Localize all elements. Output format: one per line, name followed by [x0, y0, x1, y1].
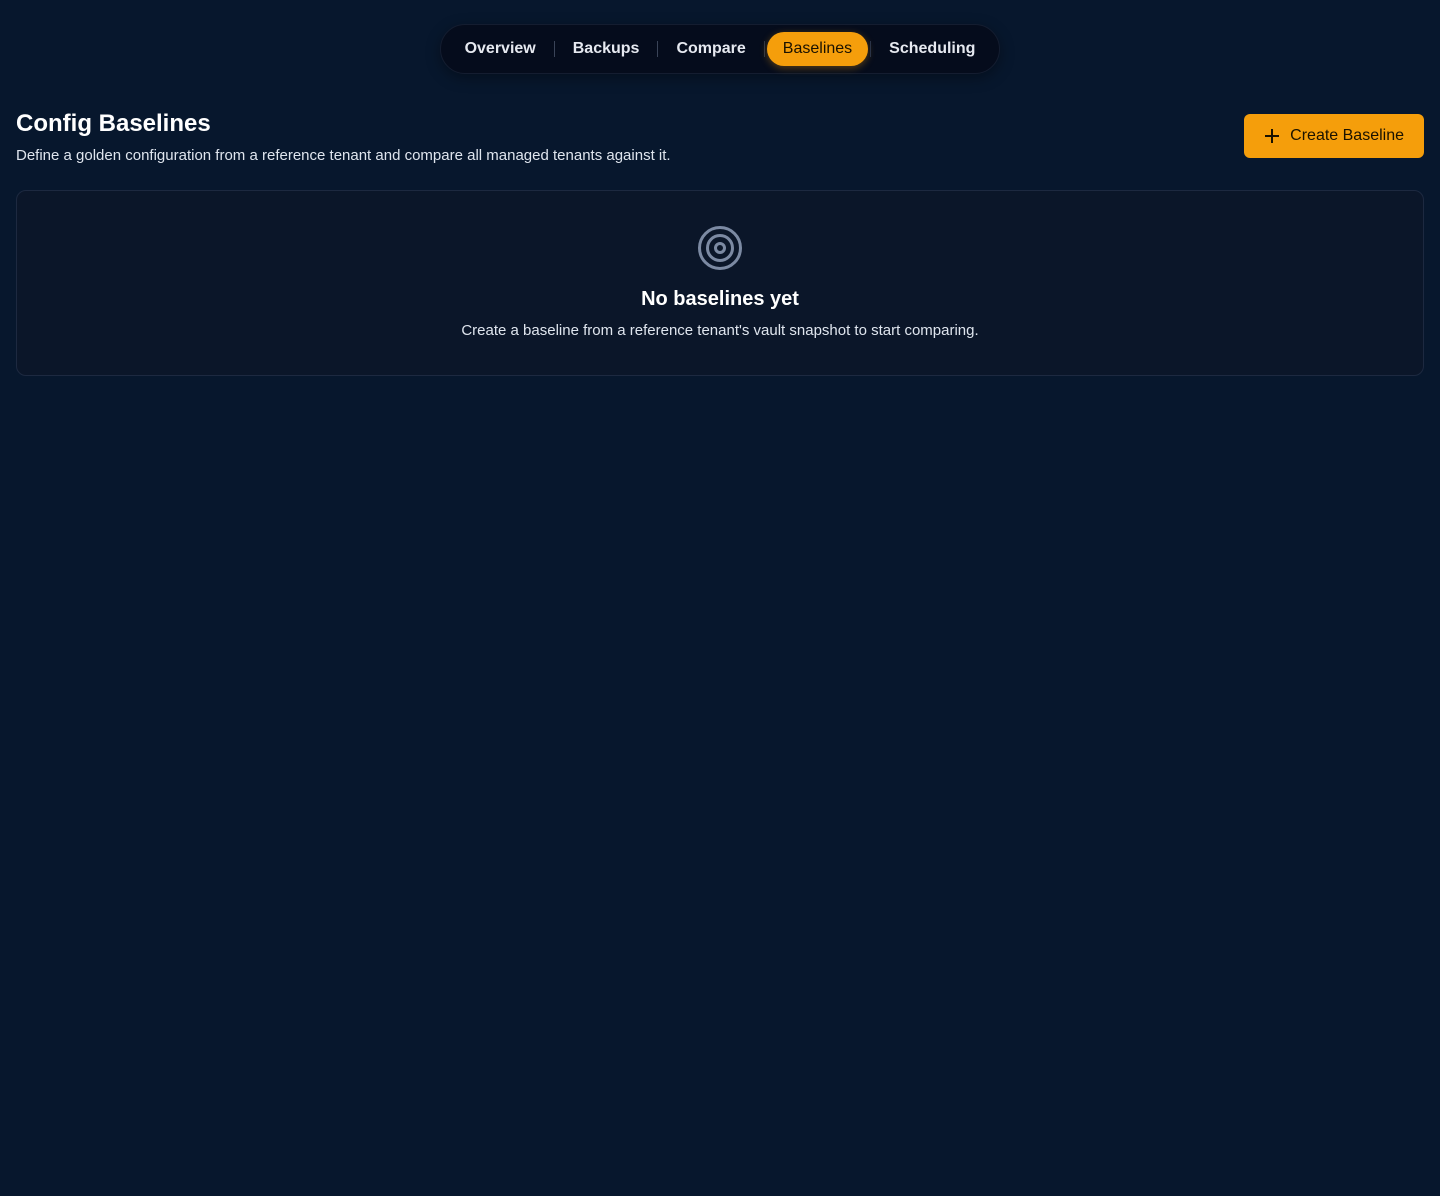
- page-title: Config Baselines: [16, 110, 211, 137]
- top-nav: Overview Backups Compare Baselines Sched…: [439, 24, 1001, 74]
- tab-divider: [553, 41, 555, 57]
- tab-divider: [870, 41, 872, 57]
- tab-compare[interactable]: Compare: [660, 32, 761, 66]
- tab-divider: [763, 41, 765, 57]
- target-icon: [698, 226, 742, 270]
- empty-state-card: No baselines yet Create a baseline from …: [16, 190, 1424, 376]
- create-baseline-button[interactable]: Create Baseline: [1244, 114, 1424, 158]
- tab-scheduling[interactable]: Scheduling: [873, 32, 991, 66]
- tab-backups[interactable]: Backups: [557, 32, 656, 66]
- top-nav-container: Overview Backups Compare Baselines Sched…: [0, 24, 1440, 74]
- create-baseline-label: Create Baseline: [1290, 127, 1404, 144]
- empty-state-title: No baselines yet: [641, 288, 799, 310]
- page-header: Config Baselines Define a golden configu…: [16, 110, 1424, 170]
- tab-divider: [657, 41, 659, 57]
- tab-overview[interactable]: Overview: [449, 32, 552, 66]
- plus-icon: [1264, 128, 1280, 144]
- page-subtitle: Define a golden configuration from a ref…: [16, 147, 671, 164]
- empty-state-message: Create a baseline from a reference tenan…: [461, 322, 979, 339]
- tab-baselines[interactable]: Baselines: [766, 32, 869, 66]
